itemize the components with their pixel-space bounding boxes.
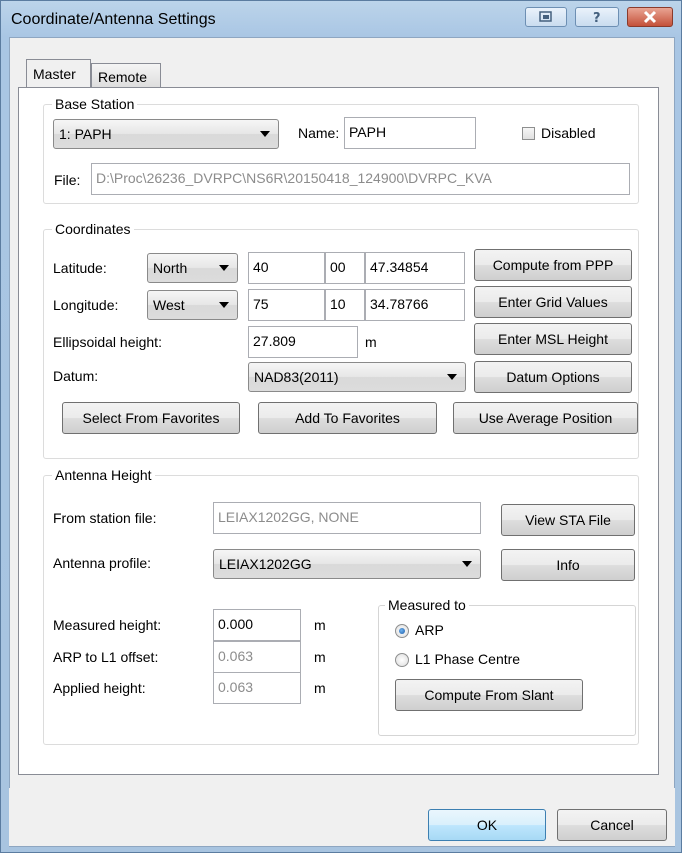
antenna-profile-label: Antenna profile:: [53, 555, 152, 571]
tab-remote-label: Remote: [98, 69, 148, 85]
compute-from-ppp-button[interactable]: Compute from PPP: [474, 249, 632, 281]
disabled-checkbox[interactable]: [522, 127, 535, 140]
measured-to-legend: Measured to: [385, 597, 469, 613]
view-sta-file-button[interactable]: View STA File: [501, 504, 635, 536]
ok-button[interactable]: OK: [428, 809, 546, 841]
arp-to-l1-offset-label: ARP to L1 offset:: [53, 649, 159, 665]
latitude-seconds-field[interactable]: 47.34854: [365, 252, 465, 284]
tab-strip: Master Remote: [19, 59, 419, 89]
tab-master[interactable]: Master: [26, 59, 91, 87]
svg-text:?: ?: [593, 11, 601, 26]
latitude-minutes-value: 00: [330, 259, 346, 275]
file-label: File:: [54, 172, 81, 188]
base-station-group: Base Station 1: PAPH Name: PAPH Disabled…: [43, 96, 639, 204]
from-station-file-value: LEIAX1202GG, NONE: [218, 509, 359, 525]
datum-select-value: NAD83(2011): [254, 369, 339, 385]
tab-remote[interactable]: Remote: [91, 63, 161, 87]
longitude-hemisphere-value: West: [153, 297, 185, 313]
enter-grid-values-button[interactable]: Enter Grid Values: [474, 286, 632, 318]
measured-height-label: Measured height:: [53, 617, 162, 633]
measured-to-group: Measured to ARP L1 Phase Centre Compute …: [378, 597, 636, 736]
file-path-field[interactable]: D:\Proc\26236_DVRPC\NS6R\20150418_124900…: [91, 163, 630, 195]
help-icon: ?: [593, 11, 601, 26]
help-button[interactable]: ?: [575, 7, 619, 27]
use-average-position-button[interactable]: Use Average Position: [453, 402, 638, 434]
window-title: Coordinate/Antenna Settings: [11, 11, 216, 28]
latitude-label: Latitude:: [53, 260, 107, 276]
from-station-file-label: From station file:: [53, 510, 157, 526]
ellipsoidal-height-unit: m: [365, 334, 377, 350]
latitude-hemisphere-value: North: [153, 260, 188, 276]
arp-to-l1-offset-field[interactable]: 0.063: [213, 641, 301, 673]
antenna-height-group: Antenna Height From station file: LEIAX1…: [43, 467, 639, 745]
latitude-minutes-field[interactable]: 00: [325, 252, 365, 284]
arp-radio[interactable]: [395, 624, 409, 638]
radio-selected-dot: [399, 628, 405, 634]
antenna-profile-value: LEIAX1202GG: [219, 556, 312, 572]
cancel-button[interactable]: Cancel: [557, 809, 667, 841]
applied-height-unit: m: [314, 680, 326, 696]
latitude-seconds-value: 47.34854: [370, 259, 429, 275]
add-to-favorites-button[interactable]: Add To Favorites: [258, 402, 437, 434]
master-tab-panel: Base Station 1: PAPH Name: PAPH Disabled…: [18, 87, 659, 775]
chevron-down-icon: [260, 131, 270, 137]
dialog-footer: OK Cancel: [9, 788, 675, 846]
coordinates-legend: Coordinates: [52, 221, 134, 237]
latitude-hemisphere-select[interactable]: North: [147, 253, 238, 283]
longitude-degrees-field[interactable]: 75: [248, 289, 325, 321]
longitude-degrees-value: 75: [253, 296, 269, 312]
longitude-seconds-value: 34.78766: [370, 296, 429, 312]
measured-height-value: 0.000: [218, 616, 254, 632]
chevron-down-icon: [219, 302, 229, 308]
l1-phase-centre-radio-label: L1 Phase Centre: [415, 651, 521, 667]
ellipsoidal-height-label: Ellipsoidal height:: [53, 334, 162, 350]
from-station-file-field[interactable]: LEIAX1202GG, NONE: [213, 502, 481, 534]
file-path-value: D:\Proc\26236_DVRPC\NS6R\20150418_124900…: [96, 170, 492, 186]
restore-button[interactable]: [525, 7, 567, 27]
close-button[interactable]: [627, 7, 673, 27]
select-from-favorites-button[interactable]: Select From Favorites: [62, 402, 240, 434]
longitude-minutes-value: 10: [330, 296, 346, 312]
arp-to-l1-offset-value: 0.063: [218, 648, 254, 664]
measured-height-field[interactable]: 0.000: [213, 609, 301, 641]
enter-msl-height-button[interactable]: Enter MSL Height: [474, 323, 632, 355]
longitude-label: Longitude:: [53, 297, 119, 313]
longitude-minutes-field[interactable]: 10: [325, 289, 365, 321]
station-select[interactable]: 1: PAPH: [53, 119, 279, 149]
chevron-down-icon: [447, 374, 457, 380]
base-station-legend: Base Station: [52, 96, 138, 112]
antenna-profile-select[interactable]: LEIAX1202GG: [213, 549, 481, 579]
arp-to-l1-offset-unit: m: [314, 649, 326, 665]
name-field[interactable]: PAPH: [344, 117, 476, 149]
name-field-value: PAPH: [349, 124, 387, 140]
measured-height-unit: m: [314, 617, 326, 633]
chevron-down-icon: [219, 265, 229, 271]
longitude-hemisphere-select[interactable]: West: [147, 290, 238, 320]
latitude-degrees-field[interactable]: 40: [248, 252, 325, 284]
ellipsoidal-height-field[interactable]: 27.809: [248, 326, 358, 358]
antenna-height-legend: Antenna Height: [52, 467, 155, 483]
datum-label: Datum:: [53, 368, 99, 384]
datum-select[interactable]: NAD83(2011): [248, 362, 466, 392]
applied-height-value: 0.063: [218, 679, 254, 695]
applied-height-label: Applied height:: [53, 680, 146, 696]
applied-height-field[interactable]: 0.063: [213, 672, 301, 704]
latitude-degrees-value: 40: [253, 259, 269, 275]
ellipsoidal-height-value: 27.809: [253, 333, 296, 349]
tab-master-label: Master: [33, 66, 76, 82]
longitude-seconds-field[interactable]: 34.78766: [365, 289, 465, 321]
info-button[interactable]: Info: [501, 549, 635, 581]
name-label: Name:: [298, 125, 340, 141]
restore-icon: [539, 11, 552, 22]
dialog-window: Coordinate/Antenna Settings ? Master Rem…: [0, 0, 682, 853]
chevron-down-icon: [462, 561, 472, 567]
l1-phase-centre-radio[interactable]: [395, 653, 409, 667]
compute-from-slant-button[interactable]: Compute From Slant: [395, 679, 583, 711]
arp-radio-label: ARP: [415, 622, 444, 638]
station-select-value: 1: PAPH: [59, 126, 112, 142]
disabled-label: Disabled: [541, 125, 596, 141]
coordinates-group: Coordinates Latitude: North 40 00 47.348…: [43, 221, 639, 459]
datum-options-button[interactable]: Datum Options: [474, 361, 632, 393]
close-icon: [643, 10, 657, 24]
